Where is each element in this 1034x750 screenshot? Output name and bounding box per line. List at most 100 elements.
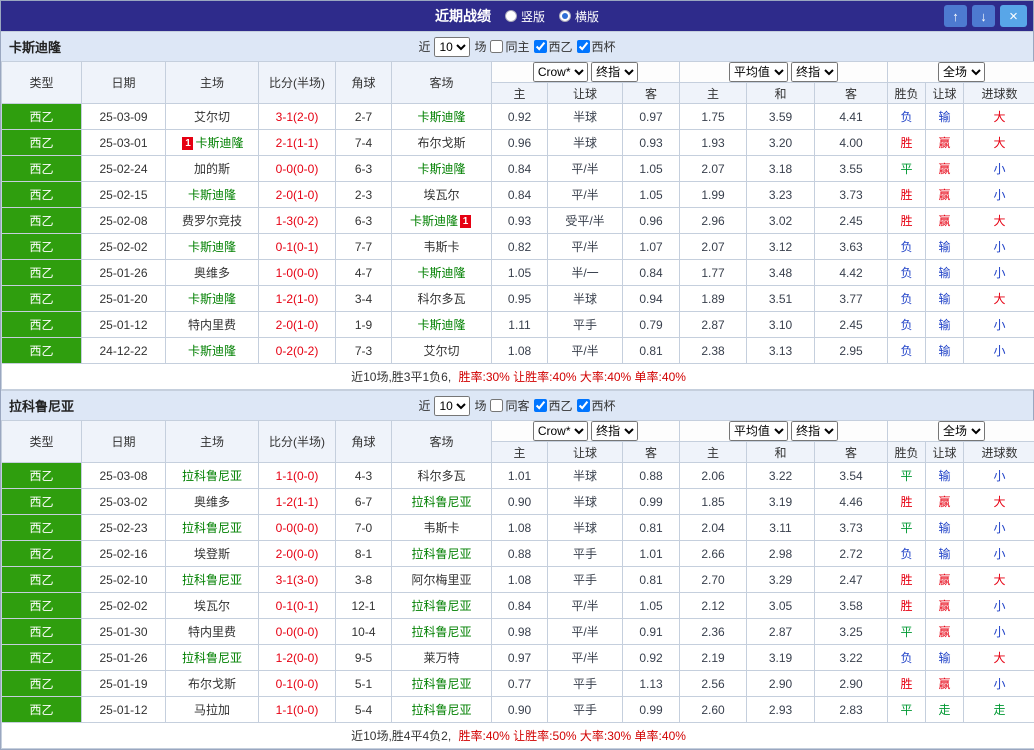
home-team-link[interactable]: 马拉加 [194,703,230,717]
away-team-link[interactable]: 科尔多瓦 [417,469,465,483]
games-label: 场 [474,38,486,55]
home-team-link[interactable]: 卡斯迪隆 [188,292,236,306]
avg-home-cell: 1.89 [680,286,747,312]
home-team-cell: 埃瓦尔 [166,593,259,619]
home-team-link[interactable]: 埃瓦尔 [194,599,230,613]
scope-select[interactable]: 全场 [938,421,985,441]
away-team-link[interactable]: 埃瓦尔 [423,188,459,202]
away-team-link[interactable]: 韦斯卡 [423,240,459,254]
away-team-link[interactable]: 韦斯卡 [423,521,459,535]
layout-radio-vertical[interactable]: 竖版 [505,8,545,25]
home-team-link[interactable]: 拉科鲁尼亚 [182,521,242,535]
away-team-link[interactable]: 拉科鲁尼亚 [411,625,471,639]
away-team-link[interactable]: 拉科鲁尼亚 [411,677,471,691]
home-team-link[interactable]: 艾尔切 [194,110,230,124]
home-team-link[interactable]: 埃登斯 [194,547,230,561]
home-team-link[interactable]: 拉科鲁尼亚 [182,651,242,665]
away-team-link[interactable]: 卡斯迪隆 [417,318,465,332]
league-a-checkbox[interactable]: 西乙 [534,38,573,55]
odds-company-select[interactable]: Crow* [533,62,588,82]
date-cell: 25-01-12 [82,697,166,723]
result-cell: 负 [888,645,926,671]
results-table: 类型 日期 主场 比分(半场) 角球 客场 Crow* 终指 平均值 终指 [1,420,1034,749]
home-team-link[interactable]: 奥维多 [194,266,230,280]
average-group-header: 平均值 终指 [680,62,888,83]
away-team-cell: 韦斯卡 [392,234,492,260]
away-team-link[interactable]: 拉科鲁尼亚 [411,547,471,561]
result-cell: 胜 [888,593,926,619]
odds-company-select[interactable]: Crow* [533,421,588,441]
handicap-result-cell: 输 [926,515,964,541]
down-arrow-icon: ↓ [980,9,987,24]
away-team-link[interactable]: 艾尔切 [423,344,459,358]
away-team-cell: 拉科鲁尼亚 [392,541,492,567]
date-cell: 25-02-15 [82,182,166,208]
away-team-link[interactable]: 卡斯迪隆 [410,214,458,228]
home-team-link[interactable]: 费罗尔竞技 [182,214,242,228]
layout-radio-horizontal[interactable]: 横版 [559,8,599,25]
league-b-checkbox[interactable]: 西杯 [577,38,616,55]
odds-away-cell: 1.05 [623,593,680,619]
away-team-link[interactable]: 布尔戈斯 [417,136,465,150]
same-side-input[interactable] [490,399,503,412]
final-odds-select[interactable]: 终指 [591,62,638,82]
scope-select[interactable]: 全场 [938,62,985,82]
home-team-link[interactable]: 奥维多 [194,495,230,509]
same-side-checkbox[interactable]: 同主 [490,38,529,55]
same-side-checkbox[interactable]: 同客 [490,397,529,414]
match-count-select[interactable]: 10 [434,396,470,416]
move-up-button[interactable]: ↑ [944,5,967,27]
league-b-checkbox[interactable]: 西杯 [577,397,616,414]
final-odds-select-2[interactable]: 终指 [791,421,838,441]
final-odds-select[interactable]: 终指 [591,421,638,441]
home-team-cell: 拉科鲁尼亚 [166,515,259,541]
home-team-link[interactable]: 加的斯 [194,162,230,176]
match-row: 西乙25-02-08费罗尔竞技1-3(0-2)6-3卡斯迪隆10.93受平/半0… [2,208,1034,234]
away-team-link[interactable]: 莱万特 [423,651,459,665]
away-team-link[interactable]: 拉科鲁尼亚 [411,599,471,613]
home-team-link[interactable]: 布尔戈斯 [188,677,236,691]
same-side-label: 同主 [505,38,529,55]
home-team-link[interactable]: 拉科鲁尼亚 [182,573,242,587]
match-count-select[interactable]: 10 [434,37,470,57]
home-team-link[interactable]: 卡斯迪隆 [195,136,243,150]
handicap-cell: 平/半 [548,156,623,182]
goals-cell: 小 [964,234,1034,260]
match-row: 西乙25-02-02卡斯迪隆0-1(0-1)7-7韦斯卡0.82平/半1.072… [2,234,1034,260]
odds-away-cell: 1.07 [623,234,680,260]
away-team-link[interactable]: 卡斯迪隆 [417,162,465,176]
avg-draw-cell: 3.51 [747,286,815,312]
away-team-cell: 卡斯迪隆 [392,312,492,338]
average-select[interactable]: 平均值 [729,62,788,82]
away-team-link[interactable]: 拉科鲁尼亚 [411,495,471,509]
home-team-link[interactable]: 特内里费 [188,625,236,639]
date-cell: 25-01-12 [82,312,166,338]
league-cell: 西乙 [2,286,82,312]
col-odds-away: 客 [623,442,680,463]
home-team-link[interactable]: 卡斯迪隆 [188,344,236,358]
league-a-checkbox[interactable]: 西乙 [534,397,573,414]
move-down-button[interactable]: ↓ [972,5,995,27]
corner-cell: 7-4 [336,130,392,156]
odds-home-cell: 0.95 [492,286,548,312]
col-handicap: 让球 [548,83,623,104]
close-button[interactable]: × [1000,5,1027,27]
away-team-link[interactable]: 科尔多瓦 [417,292,465,306]
home-team-link[interactable]: 特内里费 [188,318,236,332]
league-a-input[interactable] [534,40,547,53]
away-team-link[interactable]: 阿尔梅里亚 [411,573,471,587]
league-a-input[interactable] [534,399,547,412]
away-team-link[interactable]: 卡斯迪隆 [417,110,465,124]
league-b-input[interactable] [577,399,590,412]
home-team-link[interactable]: 卡斯迪隆 [188,240,236,254]
titlebar-center: 近期战绩 竖版 横版 [1,6,1033,26]
final-odds-select-2[interactable]: 终指 [791,62,838,82]
home-team-link[interactable]: 卡斯迪隆 [188,188,236,202]
home-team-link[interactable]: 拉科鲁尼亚 [182,469,242,483]
average-select[interactable]: 平均值 [729,421,788,441]
away-team-link[interactable]: 拉科鲁尼亚 [411,703,471,717]
league-cell: 西乙 [2,234,82,260]
same-side-input[interactable] [490,40,503,53]
league-b-input[interactable] [577,40,590,53]
away-team-link[interactable]: 卡斯迪隆 [417,266,465,280]
